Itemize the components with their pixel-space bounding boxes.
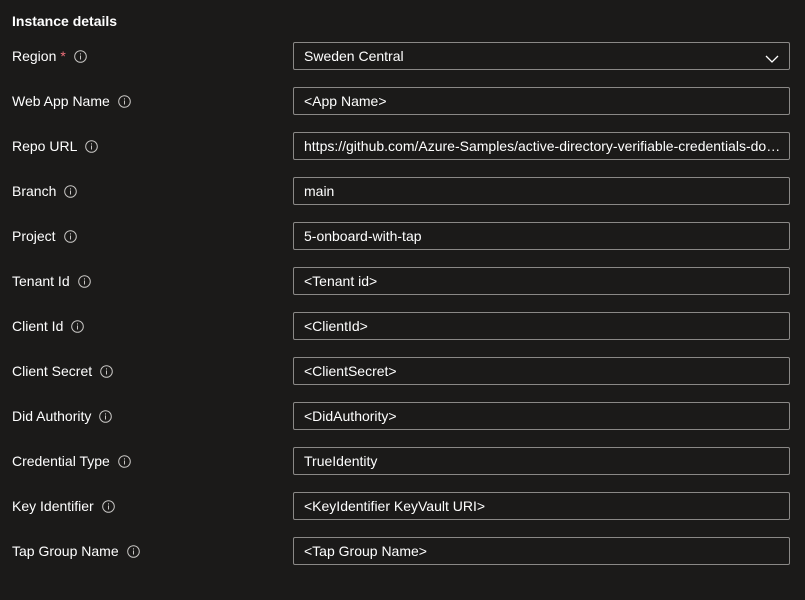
info-circle-icon[interactable] bbox=[117, 94, 131, 108]
info-circle-icon[interactable] bbox=[100, 364, 113, 378]
credential-type-input[interactable]: TrueIdentity bbox=[293, 447, 790, 475]
repo-url-value: https://github.com/Azure-Samples/active-… bbox=[304, 138, 783, 154]
credential-type-label: Credential Type bbox=[12, 453, 110, 469]
key-identifier-input[interactable]: <KeyIdentifier KeyVault URI> bbox=[293, 492, 790, 520]
form-row-did-authority: Did Authority <DidAuthority> bbox=[0, 402, 805, 430]
field-label-project: Project bbox=[12, 222, 77, 250]
tenant-id-input[interactable]: <Tenant id> bbox=[293, 267, 790, 295]
did-authority-label: Did Authority bbox=[12, 408, 92, 424]
project-label: Project bbox=[12, 228, 56, 244]
info-circle-icon[interactable] bbox=[85, 139, 99, 153]
form-row-branch: Branch main bbox=[0, 177, 805, 205]
branch-value: main bbox=[304, 183, 335, 199]
form-row-tap-group-name: Tap Group Name <Tap Group Name> bbox=[0, 537, 805, 565]
info-circle-icon[interactable] bbox=[71, 319, 85, 333]
did-authority-input[interactable]: <DidAuthority> bbox=[293, 402, 790, 430]
key-identifier-label: Key Identifier bbox=[12, 498, 94, 514]
web-app-name-label: Web App Name bbox=[12, 93, 110, 109]
region-label: Region bbox=[12, 48, 57, 64]
field-label-did-authority: Did Authority bbox=[12, 402, 113, 430]
tap-group-name-input[interactable]: <Tap Group Name> bbox=[293, 537, 790, 565]
required-asterisk: * bbox=[60, 48, 66, 64]
form-row-repo-url: Repo URL https://github.com/Azure-Sample… bbox=[0, 132, 805, 160]
field-label-client-id: Client Id bbox=[12, 312, 85, 340]
project-input[interactable]: 5-onboard-with-tap bbox=[293, 222, 790, 250]
field-label-web-app-name: Web App Name bbox=[12, 87, 131, 115]
field-label-tap-group-name: Tap Group Name bbox=[12, 537, 140, 565]
repo-url-input[interactable]: https://github.com/Azure-Samples/active-… bbox=[293, 132, 790, 160]
field-label-credential-type: Credential Type bbox=[12, 447, 131, 475]
field-label-client-secret: Client Secret bbox=[12, 357, 113, 385]
form-row-project: Project 5-onboard-with-tap bbox=[0, 222, 805, 250]
section-title: Instance details bbox=[12, 13, 118, 29]
client-id-label: Client Id bbox=[12, 318, 64, 334]
client-secret-label: Client Secret bbox=[12, 363, 93, 379]
form-row-key-identifier: Key Identifier <KeyIdentifier KeyVault U… bbox=[0, 492, 805, 520]
field-label-region: Region * bbox=[12, 42, 87, 70]
credential-type-value: TrueIdentity bbox=[304, 453, 378, 469]
info-circle-icon[interactable] bbox=[77, 274, 91, 288]
info-circle-icon[interactable] bbox=[118, 454, 131, 468]
field-label-key-identifier: Key Identifier bbox=[12, 492, 115, 520]
client-secret-value: <ClientSecret> bbox=[304, 363, 397, 379]
project-value: 5-onboard-with-tap bbox=[304, 228, 422, 244]
info-circle-icon[interactable] bbox=[64, 184, 78, 198]
info-circle-icon[interactable] bbox=[63, 229, 77, 243]
repo-url-label: Repo URL bbox=[12, 138, 78, 154]
branch-label: Branch bbox=[12, 183, 57, 199]
client-id-value: <ClientId> bbox=[304, 318, 368, 334]
field-label-tenant-id: Tenant Id bbox=[12, 267, 91, 295]
tenant-id-value: <Tenant id> bbox=[304, 273, 378, 289]
form-row-tenant-id: Tenant Id <Tenant id> bbox=[0, 267, 805, 295]
info-circle-icon[interactable] bbox=[126, 544, 140, 558]
branch-input[interactable]: main bbox=[293, 177, 790, 205]
tap-group-name-value: <Tap Group Name> bbox=[304, 543, 427, 559]
client-id-input[interactable]: <ClientId> bbox=[293, 312, 790, 340]
form-row-web-app-name: Web App Name <App Name> bbox=[0, 87, 805, 115]
did-authority-value: <DidAuthority> bbox=[304, 408, 397, 424]
info-circle-icon[interactable] bbox=[99, 409, 113, 423]
key-identifier-value: <KeyIdentifier KeyVault URI> bbox=[304, 498, 486, 514]
tap-group-name-label: Tap Group Name bbox=[12, 543, 119, 559]
chevron-down-icon bbox=[765, 51, 779, 63]
info-circle-icon[interactable] bbox=[74, 49, 87, 63]
tenant-id-label: Tenant Id bbox=[12, 273, 70, 289]
region-selected-value: Sweden Central bbox=[304, 48, 404, 64]
form-row-client-id: Client Id <ClientId> bbox=[0, 312, 805, 340]
field-label-branch: Branch bbox=[12, 177, 78, 205]
info-circle-icon[interactable] bbox=[101, 499, 115, 513]
region-dropdown[interactable]: Sweden Central bbox=[293, 42, 790, 70]
client-secret-input[interactable]: <ClientSecret> bbox=[293, 357, 790, 385]
form-row-credential-type: Credential Type TrueIdentity bbox=[0, 447, 805, 475]
form-row-client-secret: Client Secret <ClientSecret> bbox=[0, 357, 805, 385]
field-label-repo-url: Repo URL bbox=[12, 132, 99, 160]
web-app-name-input[interactable]: <App Name> bbox=[293, 87, 790, 115]
web-app-name-value: <App Name> bbox=[304, 93, 387, 109]
form-row-region: Region * Sweden Central bbox=[0, 42, 805, 70]
